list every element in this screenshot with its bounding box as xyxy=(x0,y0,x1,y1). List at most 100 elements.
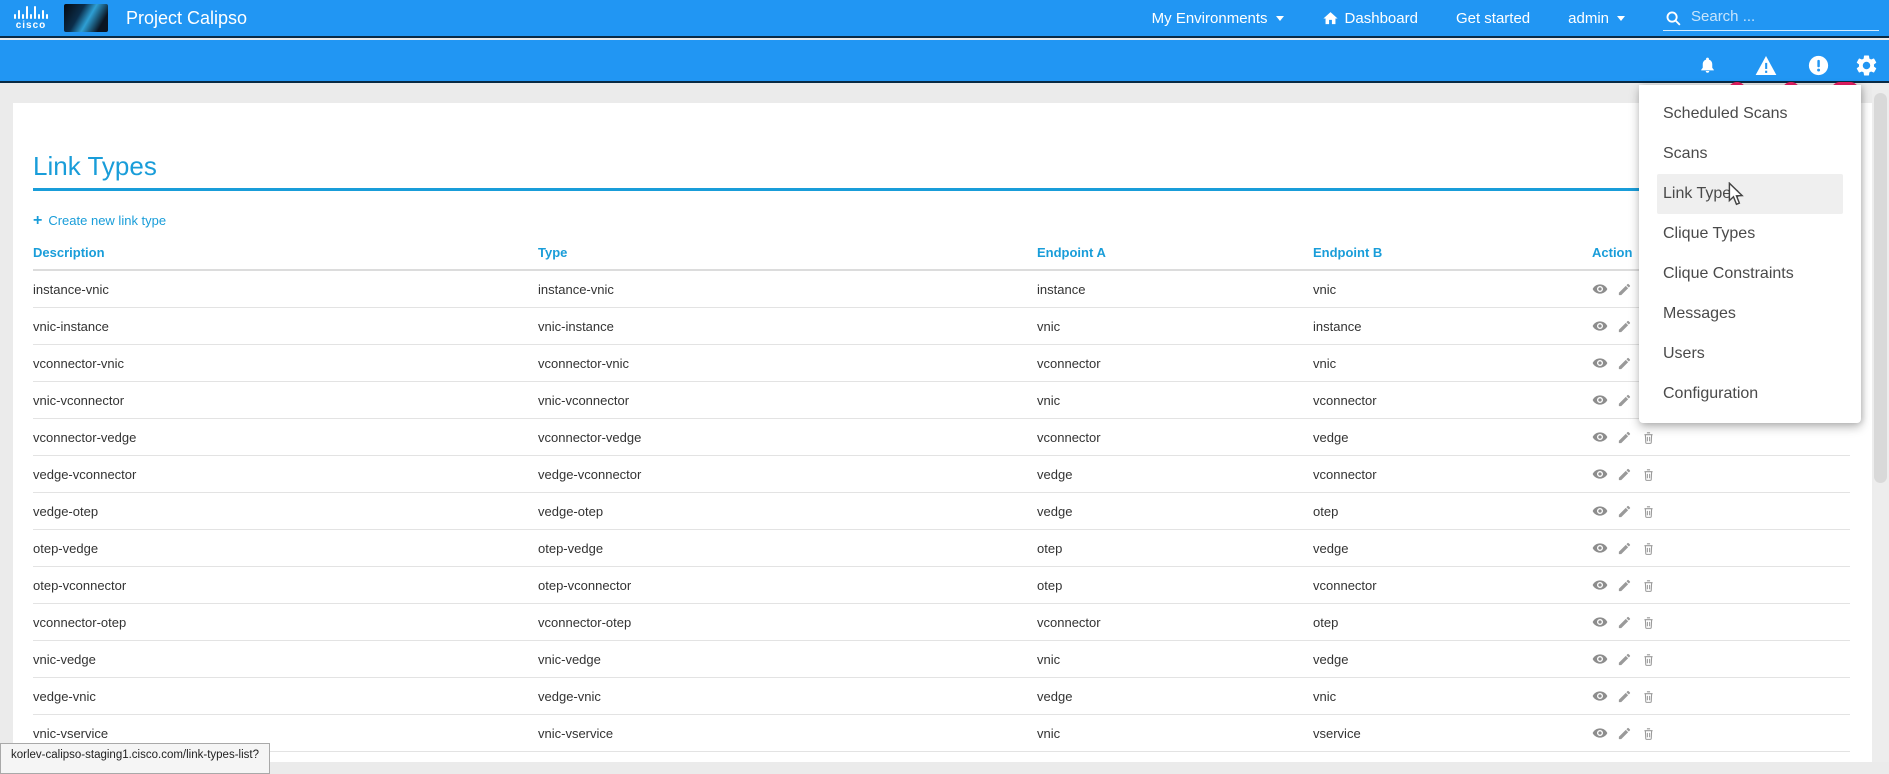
column-header-endpoint-b: Endpoint B xyxy=(1313,245,1592,260)
menu-item-clique-types[interactable]: Clique Types xyxy=(1657,214,1843,254)
menu-item-messages[interactable]: Messages xyxy=(1657,294,1843,334)
edit-icon[interactable] xyxy=(1617,689,1632,704)
delete-icon[interactable] xyxy=(1641,541,1656,556)
menu-item-users[interactable]: Users xyxy=(1657,334,1843,374)
delete-icon[interactable] xyxy=(1641,504,1656,519)
error-circle-icon[interactable] xyxy=(1808,55,1829,81)
nav-my-environments[interactable]: My Environments xyxy=(1152,10,1284,27)
column-header-endpoint-a: Endpoint A xyxy=(1037,245,1313,260)
cell-actions xyxy=(1592,725,1850,741)
table-row: vedge-vnic vedge-vnic vedge vnic xyxy=(33,678,1850,715)
cisco-logo-text: cisco xyxy=(16,20,47,31)
view-icon[interactable] xyxy=(1592,392,1608,408)
delete-icon[interactable] xyxy=(1641,652,1656,667)
cell-type: vnic-instance xyxy=(538,319,1037,334)
delete-icon[interactable] xyxy=(1641,726,1656,741)
cell-endpoint-b: otep xyxy=(1313,504,1592,519)
table-row: vedge-otep vedge-otep vedge otep xyxy=(33,493,1850,530)
delete-icon[interactable] xyxy=(1641,689,1656,704)
nav-get-started[interactable]: Get started xyxy=(1456,10,1530,27)
view-icon[interactable] xyxy=(1592,577,1608,593)
cell-endpoint-b: vnic xyxy=(1313,356,1592,371)
delete-icon[interactable] xyxy=(1641,467,1656,482)
view-icon[interactable] xyxy=(1592,355,1608,371)
cell-endpoint-b: vnic xyxy=(1313,282,1592,297)
cell-endpoint-a: otep xyxy=(1037,541,1313,556)
bell-icon[interactable] xyxy=(1698,56,1717,80)
cell-endpoint-a: vconnector xyxy=(1037,356,1313,371)
cell-description: instance-vnic xyxy=(33,282,538,297)
gear-icon[interactable] xyxy=(1854,53,1879,83)
view-icon[interactable] xyxy=(1592,651,1608,667)
cell-description: vnic-vservice xyxy=(33,726,538,741)
search-input[interactable] xyxy=(1663,5,1879,31)
edit-icon[interactable] xyxy=(1617,356,1632,371)
edit-icon[interactable] xyxy=(1617,726,1632,741)
link-types-table: instance-vnic instance-vnic instance vni… xyxy=(33,271,1850,752)
view-icon[interactable] xyxy=(1592,503,1608,519)
cell-type: vedge-otep xyxy=(538,504,1037,519)
table-header-row: Description Type Endpoint A Endpoint B A… xyxy=(33,236,1850,271)
edit-icon[interactable] xyxy=(1617,541,1632,556)
edit-icon[interactable] xyxy=(1617,393,1632,408)
menu-item-clique-constraints[interactable]: Clique Constraints xyxy=(1657,254,1843,294)
delete-icon[interactable] xyxy=(1641,430,1656,445)
view-icon[interactable] xyxy=(1592,281,1608,297)
menu-item-link-types[interactable]: Link Types xyxy=(1657,174,1843,214)
cell-actions xyxy=(1592,503,1850,519)
cell-endpoint-b: vedge xyxy=(1313,652,1592,667)
cell-type: otep-vconnector xyxy=(538,578,1037,593)
cell-description: vedge-vnic xyxy=(33,689,538,704)
view-icon[interactable] xyxy=(1592,688,1608,704)
cell-endpoint-a: vnic xyxy=(1037,319,1313,334)
cell-actions xyxy=(1592,540,1850,556)
view-icon[interactable] xyxy=(1592,725,1608,741)
view-icon[interactable] xyxy=(1592,540,1608,556)
cell-description: vedge-otep xyxy=(33,504,538,519)
cell-type: vconnector-vedge xyxy=(538,430,1037,445)
vertical-scrollbar[interactable] xyxy=(1872,85,1889,762)
cell-actions xyxy=(1592,429,1850,445)
cell-type: otep-vedge xyxy=(538,541,1037,556)
nav-dashboard[interactable]: Dashboard xyxy=(1322,10,1418,27)
app-title: Project Calipso xyxy=(126,8,247,29)
view-icon[interactable] xyxy=(1592,429,1608,445)
menu-item-scheduled-scans[interactable]: Scheduled Scans xyxy=(1657,94,1843,134)
create-link-label: Create new link type xyxy=(48,213,166,228)
edit-icon[interactable] xyxy=(1617,504,1632,519)
cell-actions xyxy=(1592,614,1850,630)
cell-endpoint-b: vedge xyxy=(1313,430,1592,445)
nav-get-started-label: Get started xyxy=(1456,10,1530,27)
delete-icon[interactable] xyxy=(1641,578,1656,593)
create-new-link-type-button[interactable]: + Create new link type xyxy=(33,213,166,228)
cell-description: vconnector-otep xyxy=(33,615,538,630)
cell-type: vnic-vservice xyxy=(538,726,1037,741)
cell-endpoint-a: vedge xyxy=(1037,467,1313,482)
menu-item-configuration[interactable]: Configuration xyxy=(1657,374,1843,414)
view-icon[interactable] xyxy=(1592,466,1608,482)
cell-endpoint-a: instance xyxy=(1037,282,1313,297)
menu-item-scans[interactable]: Scans xyxy=(1657,134,1843,174)
edit-icon[interactable] xyxy=(1617,652,1632,667)
edit-icon[interactable] xyxy=(1617,319,1632,334)
edit-icon[interactable] xyxy=(1617,578,1632,593)
cell-type: vedge-vconnector xyxy=(538,467,1037,482)
nav-admin[interactable]: admin xyxy=(1568,10,1625,27)
cell-description: vedge-vconnector xyxy=(33,467,538,482)
cell-type: vnic-vconnector xyxy=(538,393,1037,408)
view-icon[interactable] xyxy=(1592,318,1608,334)
scrollbar-thumb[interactable] xyxy=(1874,93,1887,483)
edit-icon[interactable] xyxy=(1617,282,1632,297)
warning-triangle-icon[interactable] xyxy=(1755,56,1777,80)
delete-icon[interactable] xyxy=(1641,615,1656,630)
cell-endpoint-b: vnic xyxy=(1313,689,1592,704)
cell-actions xyxy=(1592,577,1850,593)
cell-type: vconnector-vnic xyxy=(538,356,1037,371)
edit-icon[interactable] xyxy=(1617,430,1632,445)
cell-description: vnic-vconnector xyxy=(33,393,538,408)
table-row: otep-vconnector otep-vconnector otep vco… xyxy=(33,567,1850,604)
edit-icon[interactable] xyxy=(1617,615,1632,630)
cell-endpoint-a: vnic xyxy=(1037,393,1313,408)
edit-icon[interactable] xyxy=(1617,467,1632,482)
view-icon[interactable] xyxy=(1592,614,1608,630)
